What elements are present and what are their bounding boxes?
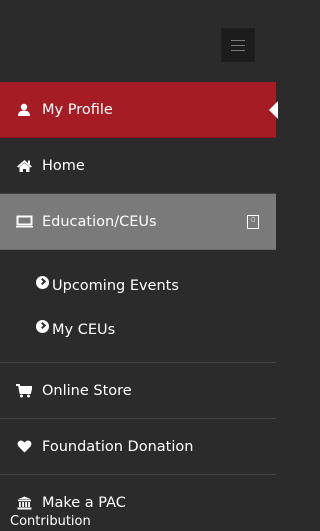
menu-item-my-profile[interactable]: My Profile: [0, 82, 278, 138]
home-icon: [14, 158, 34, 174]
hamburger-line: [231, 50, 245, 51]
top-bar: [0, 0, 276, 82]
nav-menu: My Profile Home Education/CEUs □ Upcomin…: [0, 82, 278, 531]
cart-icon: [14, 383, 34, 399]
submenu-item-label: Upcoming Events: [52, 278, 179, 294]
menu-item-label: Online Store: [42, 382, 132, 399]
chevron-right-circle-icon: [36, 319, 49, 333]
menu-item-home[interactable]: Home: [0, 138, 276, 194]
heart-icon: [14, 439, 34, 455]
menu-item-label: Foundation Donation: [42, 438, 194, 455]
monitor-icon: [14, 214, 34, 230]
submenu-item-upcoming-events[interactable]: Upcoming Events: [0, 264, 276, 308]
menu-item-online-store[interactable]: Online Store: [0, 363, 276, 419]
menu-item-label: My Profile: [42, 101, 113, 118]
hamburger-line: [231, 40, 245, 41]
menu-item-foundation-donation[interactable]: Foundation Donation: [0, 419, 276, 475]
submenu-item-label: My CEUs: [52, 322, 116, 338]
submenu: Upcoming Events My CEUs: [0, 250, 276, 363]
user-icon: [14, 102, 34, 118]
submenu-item-my-ceus[interactable]: My CEUs: [0, 308, 276, 352]
menu-item-education-ceus[interactable]: Education/CEUs □: [0, 194, 276, 250]
menu-item-label-continuation: Contribution: [10, 514, 91, 529]
menu-item-label: Education/CEUs: [42, 213, 157, 230]
chevron-right-circle-icon: [36, 275, 49, 289]
hamburger-icon[interactable]: [221, 28, 255, 62]
bank-icon: [14, 495, 34, 511]
hamburger-line: [231, 45, 245, 46]
menu-item-label: Make a PAC: [42, 495, 126, 511]
active-caret-icon: [269, 101, 278, 119]
menu-item-label: Home: [42, 157, 85, 174]
pdf-icon[interactable]: □: [247, 215, 259, 229]
